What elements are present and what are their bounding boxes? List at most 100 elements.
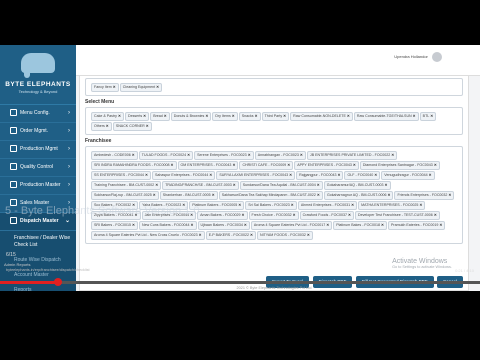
remove-chip-icon[interactable]: ✕ [155, 183, 158, 187]
remove-chip-icon[interactable]: ✕ [413, 114, 416, 118]
remove-chip-icon[interactable]: ✕ [337, 173, 340, 177]
chevron-right-icon: › [68, 128, 70, 134]
selected-chip: Sokharsur/Raj-rup - BM-CUST-0025✕ [91, 191, 159, 200]
remove-chip-icon[interactable]: ✕ [430, 114, 433, 118]
video-scrubber-handle[interactable] [53, 278, 62, 286]
video-progress-bar[interactable] [0, 281, 480, 284]
chip-label: Others [94, 124, 105, 128]
selected-chip: SRI INDRA RAMAHINDRA FOODS - FOC0008✕ [91, 161, 177, 170]
remove-chip-icon[interactable]: ✕ [381, 223, 384, 227]
remove-chip-icon[interactable]: ✕ [118, 114, 121, 118]
remove-chip-icon[interactable]: ✕ [209, 173, 212, 177]
remove-chip-icon[interactable]: ✕ [238, 203, 241, 207]
remove-chip-icon[interactable]: ✕ [348, 213, 351, 217]
remove-chip-icon[interactable]: ✕ [317, 183, 320, 187]
remove-chip-icon[interactable]: ✕ [244, 223, 247, 227]
chip-label: CHRISTI CAFE - FOC0009 [242, 163, 287, 167]
chip-label: JB ENTERPRISES PRIVATE LIMITED - FOC0022 [309, 153, 391, 157]
remove-chip-icon[interactable]: ✕ [429, 173, 432, 177]
remove-chip-icon[interactable]: ✕ [317, 193, 320, 197]
remove-chip-icon[interactable]: ✕ [293, 213, 296, 217]
remove-chip-icon[interactable]: ✕ [448, 193, 451, 197]
selected-chip: Desserts✕ [124, 112, 150, 121]
remove-chip-icon[interactable]: ✕ [248, 153, 251, 157]
menu-multiselect[interactable]: Cake & Pastry✕ Desserts✕ Bread✕ Donuts & Br… [85, 107, 463, 135]
selected-chip: TULAD FOODS - FOC0024✕ [138, 151, 194, 160]
user-menu[interactable]: Upendra Hollandor [394, 52, 442, 62]
chip-label: Sri Sai Bakers - FOC0023 [248, 203, 290, 207]
chip-label: E-P BAKERS - FOC0022 [208, 233, 249, 237]
remove-chip-icon[interactable]: ✕ [212, 193, 215, 197]
avatar[interactable] [432, 52, 442, 62]
brand-logo: BYTE ELEPHANTS Technology & Beyond [0, 45, 76, 105]
remove-chip-icon[interactable]: ✕ [132, 153, 135, 157]
remove-chip-icon[interactable]: ✕ [307, 233, 310, 237]
chip-label: Sahaspur Enterprises - FOC0044 [154, 173, 209, 177]
remove-chip-icon[interactable]: ✕ [156, 85, 159, 89]
remove-chip-icon[interactable]: ✕ [232, 114, 235, 118]
chip-label: Platinum Bakes - FOC0018 [336, 223, 380, 227]
sidebar-item-menu-config[interactable]: Menu Config. › [0, 105, 76, 123]
remove-chip-icon[interactable]: ✕ [191, 223, 194, 227]
video-player-bar: byteelephants.in/erp/franchisee/dispatch… [0, 268, 480, 293]
remove-chip-icon[interactable]: ✕ [374, 173, 377, 177]
chip-label: Cake & Pastry [94, 114, 117, 118]
remove-chip-icon[interactable]: ✕ [205, 114, 208, 118]
selected-chip: Gokaharamur/AQ - BM-CUST-0003✕ [323, 181, 391, 190]
sidebar-item-production-master[interactable]: Production Master › [0, 177, 76, 195]
chip-label: Serene Enterprises - FOC0023 [197, 153, 247, 157]
sidebar-item-order-mgmt[interactable]: Order Mgmt. › [0, 123, 76, 141]
remove-chip-icon[interactable]: ✕ [326, 223, 329, 227]
remove-chip-icon[interactable]: ✕ [145, 173, 148, 177]
remove-chip-icon[interactable]: ✕ [353, 163, 356, 167]
remove-chip-icon[interactable]: ✕ [106, 124, 109, 128]
cart-icon [10, 127, 17, 135]
remove-chip-icon[interactable]: ✕ [434, 163, 437, 167]
chip-label: Gokaharamur/AQ - BM-CUST-0003 [326, 183, 384, 187]
chip-label: Third Party [264, 114, 283, 118]
remove-chip-icon[interactable]: ✕ [300, 153, 303, 157]
remove-chip-icon[interactable]: ✕ [287, 163, 290, 167]
remove-chip-icon[interactable]: ✕ [439, 223, 442, 227]
chip-label: MATHA ENTERPRISES - FOC0025 [361, 203, 419, 207]
remove-chip-icon[interactable]: ✕ [187, 153, 190, 157]
remove-chip-icon[interactable]: ✕ [153, 193, 156, 197]
remove-chip-icon[interactable]: ✕ [199, 233, 202, 237]
remove-chip-icon[interactable]: ✕ [113, 85, 116, 89]
selected-chip: Fancy Item✕ [91, 83, 119, 92]
remove-chip-icon[interactable]: ✕ [291, 203, 294, 207]
remove-chip-icon[interactable]: ✕ [351, 203, 354, 207]
sidebar-subitem-checklist[interactable]: Franchisee / Dealer Wise Check List [0, 231, 76, 253]
remove-chip-icon[interactable]: ✕ [250, 233, 253, 237]
remove-chip-icon[interactable]: ✕ [434, 213, 437, 217]
remove-chip-icon[interactable]: ✕ [289, 173, 292, 177]
selected-chip: SNACK CORNER✕ [112, 122, 152, 131]
remove-chip-icon[interactable]: ✕ [232, 163, 235, 167]
selected-chip: Bread✕ [150, 112, 170, 121]
remove-chip-icon[interactable]: ✕ [146, 124, 149, 128]
category-multiselect[interactable]: Fancy Item✕ Cleaning Equipment✕ [85, 78, 463, 96]
sidebar-item-production-mgmt[interactable]: Production Mgmt › [0, 141, 76, 159]
selected-chip: Sahaspur Enterprises - FOC0044✕ [151, 171, 216, 180]
remove-chip-icon[interactable]: ✕ [387, 193, 390, 197]
remove-chip-icon[interactable]: ✕ [391, 153, 394, 157]
remove-chip-icon[interactable]: ✕ [419, 203, 422, 207]
selected-chip: JB ENTERPRISES PRIVATE LIMITED - FOC0022… [306, 151, 398, 160]
selected-chip: Rajgangpur - FOC0043✕ [296, 171, 344, 180]
remove-chip-icon[interactable]: ✕ [164, 114, 167, 118]
chip-label: Diamond Enterprises Santnagar - FOC0043 [362, 163, 433, 167]
truck-icon [10, 217, 17, 225]
remove-chip-icon[interactable]: ✕ [143, 114, 146, 118]
remove-chip-icon[interactable]: ✕ [132, 223, 135, 227]
chip-label: Training Franchisee - BM-CUST-0002 [94, 183, 155, 187]
remove-chip-icon[interactable]: ✕ [170, 163, 173, 167]
sidebar-item-quality-control[interactable]: Quality Control › [0, 159, 76, 177]
remove-chip-icon[interactable]: ✕ [233, 183, 236, 187]
remove-chip-icon[interactable]: ✕ [385, 183, 388, 187]
franchisee-multiselect[interactable]: Ambedesh - CODE006✕ TULAD FOODS - FOC0024… [85, 146, 463, 244]
remove-chip-icon[interactable]: ✕ [347, 114, 350, 118]
selected-chip: Venugudhragur - FOC0044✕ [381, 171, 435, 180]
remove-chip-icon[interactable]: ✕ [241, 213, 244, 217]
remove-chip-icon[interactable]: ✕ [283, 114, 286, 118]
remove-chip-icon[interactable]: ✕ [255, 114, 258, 118]
